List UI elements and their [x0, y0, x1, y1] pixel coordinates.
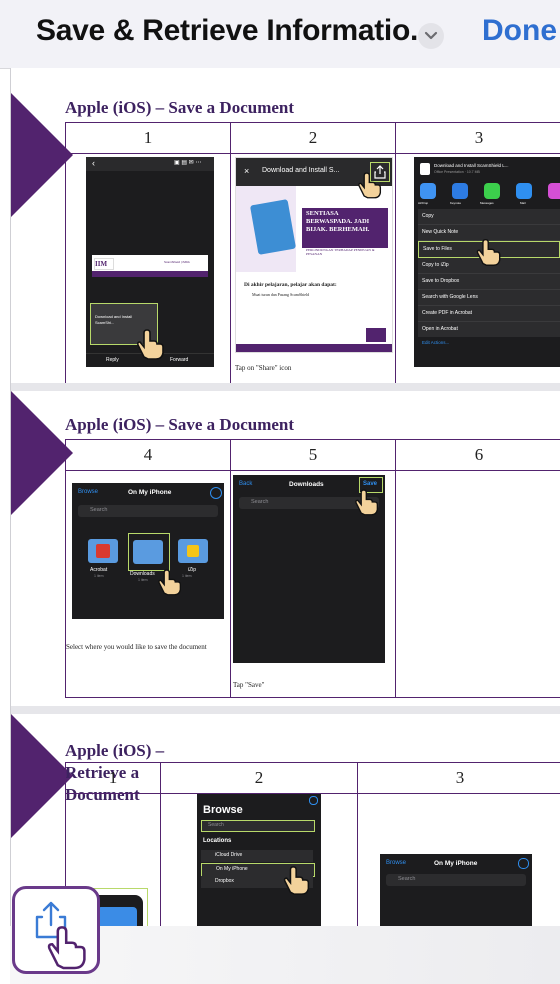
- action-open-acrobat[interactable]: Open in Acrobat: [418, 322, 560, 337]
- slide-thumbnail: IIM ScamShield | iMDA: [92, 255, 208, 277]
- action-save-to-dropbox[interactable]: Save to Dropbox: [418, 274, 560, 290]
- slide-separator: [11, 706, 560, 714]
- keynote-icon[interactable]: [452, 183, 468, 199]
- hand-pointer-icon: [47, 926, 86, 970]
- page-title: Save & Retrieve Informatio...: [36, 14, 435, 47]
- step-number: 4: [66, 440, 231, 471]
- share-button[interactable]: [12, 886, 100, 974]
- messages-icon[interactable]: [484, 183, 500, 199]
- step-6-cell: [396, 471, 560, 697]
- step-5-cell: Back Downloads Save Search Tap "Save": [231, 471, 396, 697]
- hand-pointer-icon: [358, 172, 382, 199]
- step-4-cell: Browse On My iPhone Search Acrobat 1 ite…: [66, 471, 231, 697]
- banner-text: ScamShield | iMDA: [164, 260, 190, 264]
- slide-title: Apple (iOS) – Save a Document: [65, 415, 295, 434]
- action-copy[interactable]: Copy: [418, 209, 560, 225]
- steps-table: 1 2 3 Browse Search Locations iCloud Dri…: [65, 762, 560, 926]
- browse-back-link[interactable]: Browse: [386, 860, 406, 866]
- mail-icon[interactable]: [516, 183, 532, 199]
- browse-back-link[interactable]: Browse: [78, 489, 98, 495]
- steps-table: 4 5 6 Browse On My iPhone Search Acrobat…: [65, 439, 560, 698]
- document-viewer[interactable]: Apple (iOS) – Save a Document 1 2 3 ‹ ▣ …: [10, 68, 560, 926]
- search-input[interactable]: Search: [201, 820, 315, 832]
- step-1-screenshot: ‹ ▣ ▤ ✉ ⋯ IIM ScamShield | iMDA Download…: [86, 157, 214, 367]
- browse-screenshot: Browse Search Locations iCloud Drive On …: [197, 794, 321, 926]
- app-icon[interactable]: [548, 183, 560, 199]
- hand-pointer-icon: [158, 569, 182, 596]
- slide-1: Apple (iOS) – Save a Document 1 2 3 ‹ ▣ …: [11, 68, 560, 383]
- step-4-screenshot: Browse On My iPhone Search Acrobat 1 ite…: [72, 483, 224, 619]
- step-3-screenshot: Download and Install ScamShield L... Off…: [414, 157, 560, 367]
- step-number: 1: [66, 123, 231, 154]
- airdrop-icon[interactable]: [420, 183, 436, 199]
- step-2-cell: × Download and Install S... SENTIASA BER…: [231, 154, 396, 383]
- folder-izip[interactable]: [178, 539, 208, 563]
- more-button[interactable]: [518, 858, 529, 869]
- slide-2: Apple (iOS) – Save a Document 4 5 6 Brow…: [11, 391, 560, 706]
- search-input[interactable]: Search: [78, 505, 218, 517]
- step-caption: Tap on "Share" icon: [235, 364, 292, 372]
- slide-arrow-decoration: [11, 391, 73, 515]
- step-3-cell: Download and Install ScamShield L... Off…: [396, 154, 560, 383]
- step-number: 3: [396, 123, 560, 154]
- step-2-cell: Browse Search Locations iCloud Drive On …: [161, 794, 358, 926]
- edit-actions-link[interactable]: Edit Actions...: [418, 337, 560, 349]
- step-number: 3: [358, 763, 560, 794]
- step-2-screenshot: × Download and Install S... SENTIASA BER…: [235, 157, 393, 353]
- action-google-lens[interactable]: Search with Google Lens: [418, 290, 560, 306]
- more-button[interactable]: [309, 796, 318, 805]
- step-number: 2: [231, 123, 396, 154]
- folder-acrobat[interactable]: [88, 539, 118, 563]
- hand-pointer-icon: [476, 238, 501, 266]
- hand-pointer-icon: [283, 866, 310, 895]
- header-bar: Save & Retrieve Informatio... Done: [0, 0, 560, 69]
- step-number: 5: [231, 440, 396, 471]
- slide-arrow-decoration: [11, 714, 73, 838]
- hand-pointer-icon: [355, 489, 379, 516]
- slide-arrow-decoration: [11, 93, 73, 217]
- step-3-cell: Browse On My iPhone Search: [358, 794, 560, 926]
- document-icon: [420, 163, 430, 175]
- slide-separator: [11, 383, 560, 391]
- step-caption: Tap "Save": [233, 681, 265, 689]
- step-caption: Select where you would like to save the …: [66, 643, 207, 651]
- steps-table: 1 2 3 ‹ ▣ ▤ ✉ ⋯ IIM ScamShield | iMDA Do…: [65, 122, 560, 383]
- step-number: 6: [396, 440, 560, 471]
- step-number: 2: [161, 763, 358, 794]
- on-my-iphone-screenshot: Browse On My iPhone Search: [380, 854, 532, 926]
- viewer-toolbar: ‹ ▣ ▤ ✉ ⋯: [86, 157, 214, 171]
- location-icloud[interactable]: iCloud Drive: [201, 850, 313, 862]
- folder-downloads[interactable]: [128, 533, 170, 571]
- title-menu-button[interactable]: [418, 23, 444, 49]
- reply-button[interactable]: Reply: [106, 357, 119, 363]
- step-5-screenshot: Back Downloads Save Search: [233, 475, 385, 663]
- step-number: 1: [66, 763, 161, 794]
- more-button[interactable]: [210, 487, 222, 499]
- done-button[interactable]: Done: [482, 14, 557, 48]
- share-actions-list: Copy New Quick Note Save to Files Copy t…: [418, 209, 560, 349]
- back-link[interactable]: Back: [239, 481, 252, 487]
- slide-title: Apple (iOS) – Save a Document: [65, 98, 295, 117]
- chevron-down-icon: [424, 31, 438, 40]
- hand-pointer-icon: [136, 329, 164, 360]
- action-create-pdf[interactable]: Create PDF in Acrobat: [418, 306, 560, 322]
- step-1-cell: ‹ ▣ ▤ ✉ ⋯ IIM ScamShield | iMDA Download…: [66, 154, 231, 383]
- search-input[interactable]: Search: [386, 874, 526, 886]
- forward-button[interactable]: Forward: [170, 357, 188, 363]
